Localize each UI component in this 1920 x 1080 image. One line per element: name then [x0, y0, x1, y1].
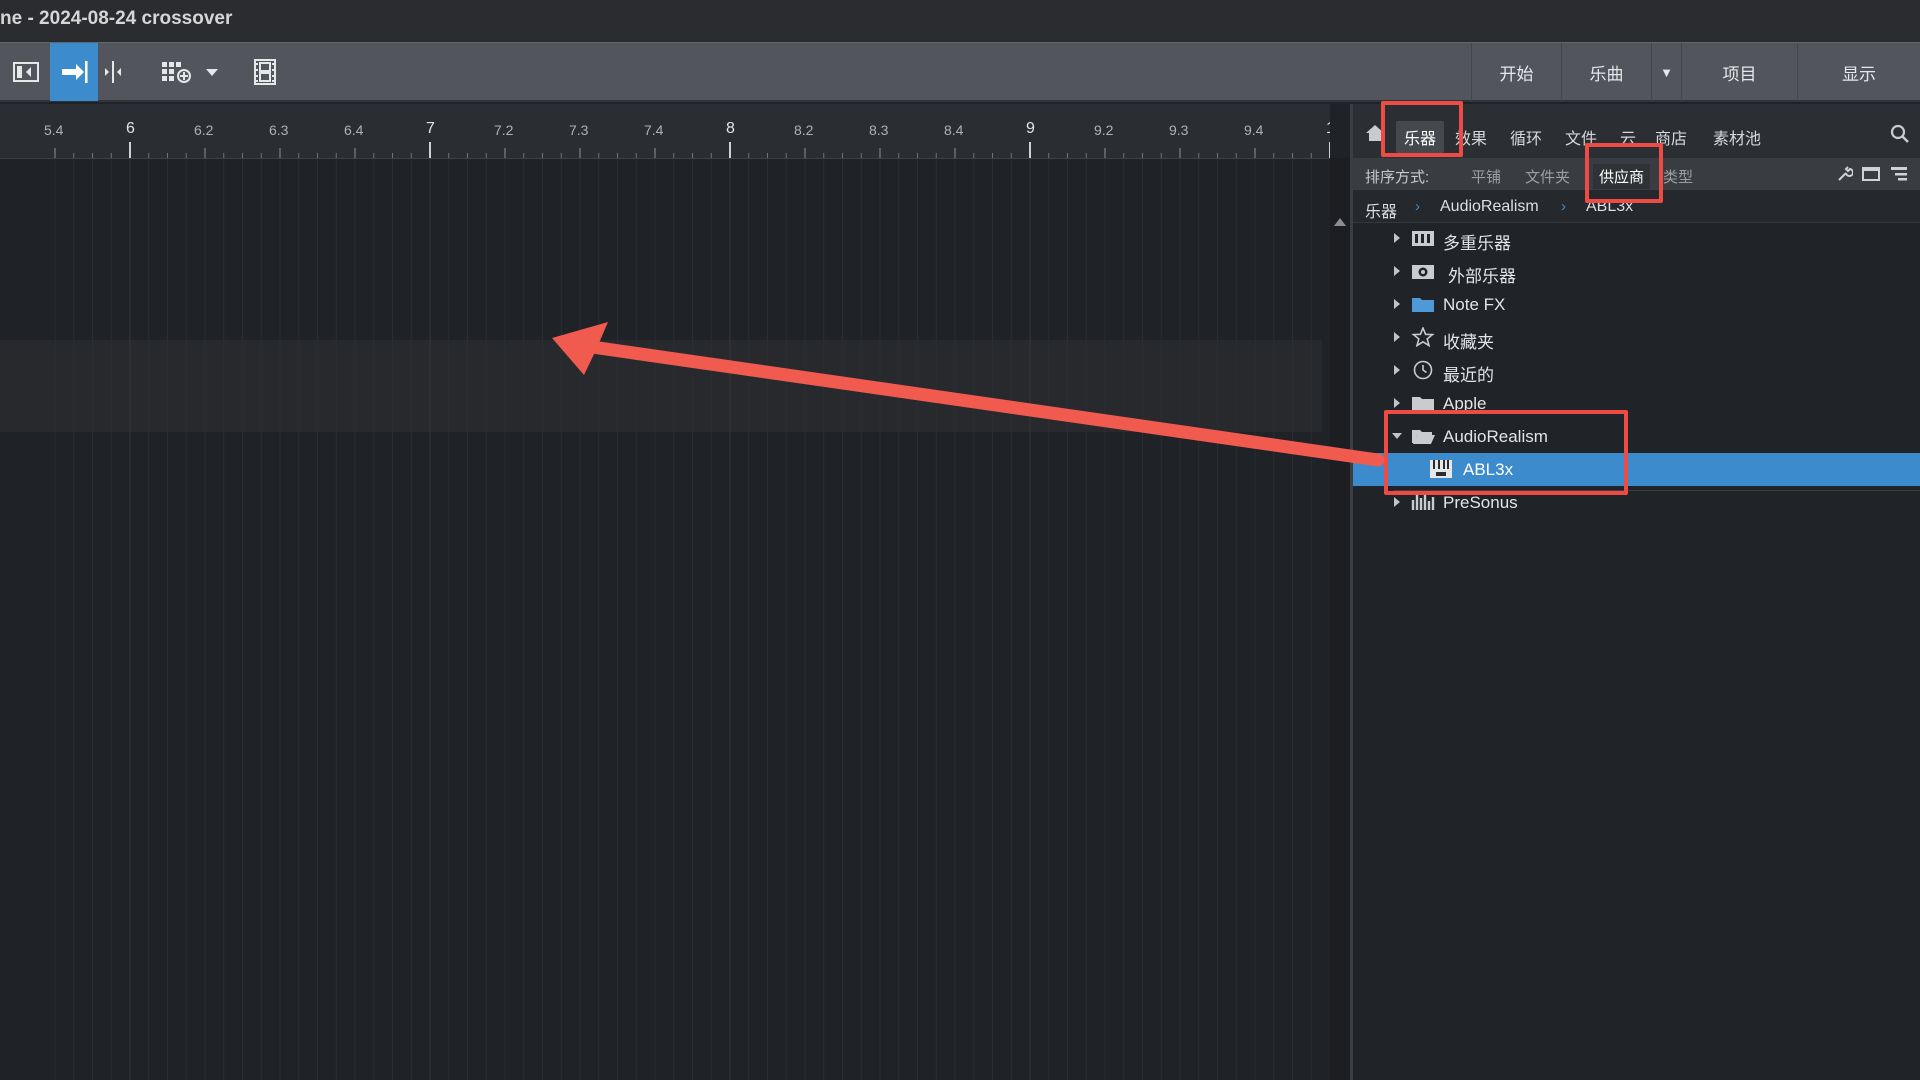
tree-item-note-fx[interactable]: Note FX — [1353, 288, 1920, 321]
arrow-right-bar-icon — [62, 61, 88, 83]
timeline-ruler[interactable]: 5.4 6 6.2 6.3 6.4 7 7.2 7.3 7.4 8 8.2 8.3 8.4 9 9.2 9.3… — [0, 104, 1330, 159]
tree-item-favorites[interactable]: 收藏夹 — [1353, 321, 1920, 354]
ruler-tick-label: 6 — [126, 120, 135, 137]
tree-item-label: 外部乐器 — [1448, 267, 1516, 286]
grid-options-button[interactable] — [156, 43, 198, 101]
title-bar: ne - 2024-08-24 crossover — [0, 0, 1920, 42]
window-title: ne - 2024-08-24 crossover — [0, 8, 233, 29]
ruler-tick-label: 10 — [1326, 120, 1330, 138]
ruler-tick-label: 7.2 — [494, 122, 514, 138]
toolbar: 开始 乐曲 ▼ 项目 显示 — [0, 42, 1920, 102]
split-icon — [105, 61, 121, 83]
expand-triangle-icon[interactable] — [1394, 332, 1400, 342]
tree-item-label: PreSonus — [1443, 493, 1518, 512]
inspector-toggle-button[interactable] — [8, 43, 44, 101]
presonus-icon — [1411, 494, 1435, 510]
nav-song-button[interactable]: 乐曲 — [1561, 43, 1651, 101]
ruler-tick-label: 9.2 — [1094, 122, 1114, 138]
tree-item-label: 收藏夹 — [1443, 333, 1494, 352]
highlight-instruments-tab — [1381, 101, 1463, 157]
breadcrumb-separator-icon: › — [1415, 198, 1420, 215]
breadcrumb-item-audiorealism[interactable]: AudioRealism — [1440, 198, 1539, 216]
tree-item-multi-instruments[interactable]: 多重乐器 — [1353, 222, 1920, 255]
chevron-down-icon — [206, 69, 218, 76]
list-view-icon[interactable] — [1890, 166, 1908, 182]
highlight-vendor-sort — [1585, 143, 1663, 203]
scroll-up-arrow-icon[interactable] — [1334, 218, 1346, 226]
vertical-scrollbar[interactable] — [1330, 158, 1350, 1080]
wrench-icon[interactable] — [1837, 166, 1853, 182]
multi-instrument-icon — [1412, 231, 1434, 246]
ruler-tick-label: 9.4 — [1244, 122, 1264, 138]
follow-playback-button[interactable] — [50, 43, 98, 101]
folder-icon — [1412, 298, 1434, 312]
grid-options-dropdown[interactable] — [200, 43, 224, 101]
ruler-tick-label: 8.3 — [869, 122, 889, 138]
ruler-tick-label: 8.2 — [794, 122, 814, 138]
grid-add-icon — [162, 62, 191, 83]
expand-triangle-icon[interactable] — [1394, 266, 1400, 276]
expand-triangle-icon[interactable] — [1394, 497, 1400, 507]
ruler-tick-label: 7 — [426, 120, 435, 137]
sort-flat[interactable]: 平铺 — [1471, 166, 1501, 187]
nav-song-dropdown[interactable]: ▼ — [1651, 43, 1681, 101]
tab-loops[interactable]: 循环 — [1510, 125, 1542, 149]
nav-project-button[interactable]: 项目 — [1681, 43, 1797, 101]
breadcrumb-separator-icon: › — [1561, 198, 1566, 215]
sort-folder[interactable]: 文件夹 — [1525, 166, 1570, 187]
search-icon[interactable] — [1890, 124, 1910, 144]
tree-item-label: 多重乐器 — [1443, 234, 1511, 253]
tree-item-recent[interactable]: 最近的 — [1353, 354, 1920, 387]
arrange-grid[interactable] — [0, 159, 1330, 1080]
ruler-tick-label: 6.4 — [344, 122, 364, 138]
external-instrument-icon — [1412, 265, 1434, 279]
clock-icon — [1413, 360, 1433, 380]
ruler-tick-label: 9.3 — [1169, 122, 1189, 138]
ruler-tick-label: 6.3 — [269, 122, 289, 138]
arrange-view[interactable]: 5.4 6 6.2 6.3 6.4 7 7.2 7.3 7.4 8 8.2 8.3 8.4 9 9.2 9.3… — [0, 104, 1350, 1080]
tab-pool[interactable]: 素材池 — [1713, 125, 1761, 149]
ruler-tick-label: 6.2 — [194, 122, 214, 138]
ruler-tick-label: 7.4 — [644, 122, 664, 138]
expand-triangle-icon[interactable] — [1394, 398, 1400, 408]
film-icon — [254, 59, 276, 85]
split-tool-button[interactable] — [100, 43, 126, 101]
tree-item-label: 最近的 — [1443, 366, 1494, 385]
star-icon — [1411, 327, 1435, 347]
breadcrumb-item-instruments[interactable]: 乐器 — [1365, 198, 1397, 222]
nav-start-button[interactable]: 开始 — [1471, 43, 1561, 101]
expand-triangle-icon[interactable] — [1394, 299, 1400, 309]
inspector-icon — [13, 62, 39, 82]
ruler-tick-label: 5.4 — [44, 122, 64, 138]
ruler-tick-label: 9 — [1026, 120, 1035, 137]
sort-label: 排序方式: — [1365, 169, 1430, 186]
nav-show-button[interactable]: 显示 — [1797, 43, 1920, 101]
ruler-tick-label: 8.4 — [944, 122, 964, 138]
ruler-tick-label: 7.3 — [569, 122, 589, 138]
video-button[interactable] — [250, 43, 280, 101]
expand-triangle-icon[interactable] — [1394, 365, 1400, 375]
highlight-abl3x-item — [1384, 410, 1628, 495]
ruler-tick-label: 8 — [726, 120, 735, 137]
window-icon[interactable] — [1862, 166, 1880, 182]
tree-item-external-instruments[interactable]: 外部乐器 — [1353, 255, 1920, 288]
sort-type[interactable]: 类型 — [1663, 166, 1693, 187]
browser-panel: 乐器 效果 循环 文件 云 商店 素材池 排序方式: 平铺 文件夹 供应商 类型… — [1350, 104, 1920, 1080]
expand-triangle-icon[interactable] — [1394, 233, 1400, 243]
tree-item-label: Note FX — [1443, 295, 1506, 314]
